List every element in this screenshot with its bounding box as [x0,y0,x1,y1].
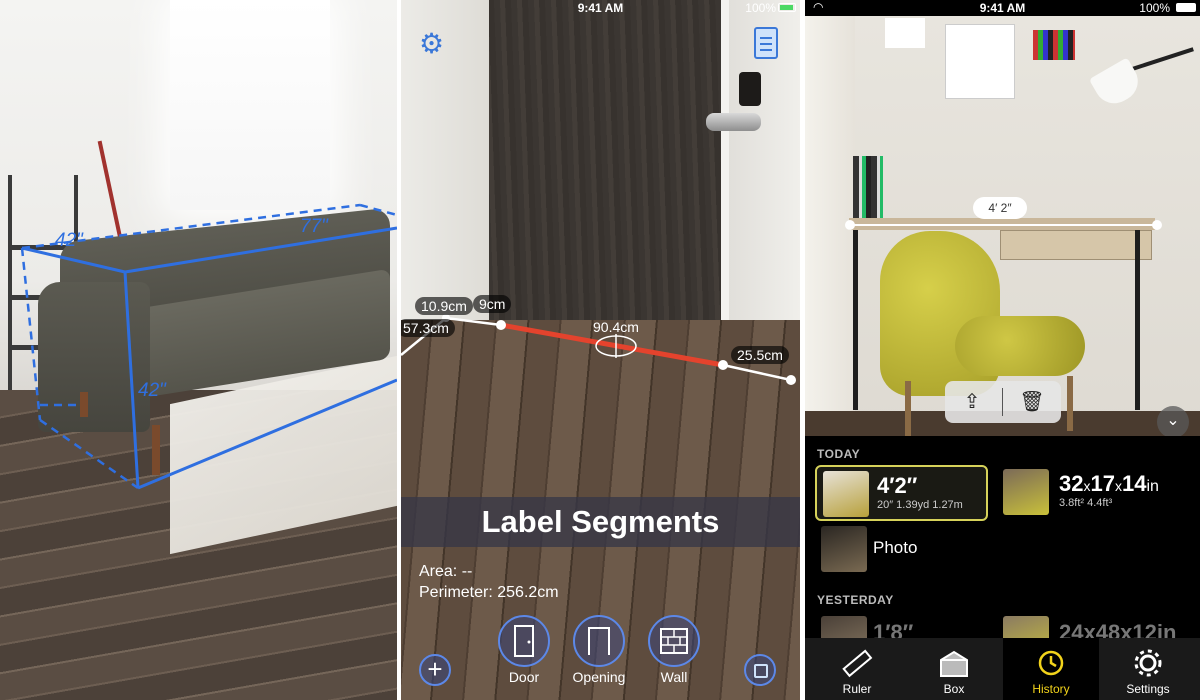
measure-endpoint[interactable] [845,220,855,230]
box-icon [940,650,968,677]
box-edge-height-back [20,247,42,421]
tab-history[interactable]: History [1003,638,1099,700]
gear-icon [1134,649,1162,677]
history-item[interactable]: 32x17x14in 3.8ft² 4.4ft³ [997,465,1197,521]
door-icon [514,625,534,657]
history-item[interactable]: 24x48x12in [997,612,1197,638]
save-icon[interactable] [744,654,776,686]
history-thumbnail [1003,469,1049,515]
wall-notes [885,18,925,48]
perimeter-readout: Perimeter: 256.2cm [419,584,559,601]
ruler-icon [842,649,873,678]
history-thumbnail [821,526,867,572]
segment-white-right [722,363,792,382]
segment-label[interactable]: 25.5cm [731,346,789,364]
tab-box-label: Box [943,682,965,696]
chair-leg [1067,376,1073,431]
segment-point [718,360,728,370]
add-point-button[interactable]: + [419,654,451,686]
chair-leg [905,381,911,436]
chair-seat [955,316,1085,376]
bounding-box-overlay [20,203,397,490]
segment-label[interactable]: 10.9cm [415,297,473,315]
opening-tool-label: Opening [572,669,626,685]
history-item-main: 24x48x12in [1059,620,1177,638]
measure-line [849,224,1157,226]
history-item-selected[interactable]: 4′2″ 20″ 1.39yd 1.27m [815,465,988,521]
history-thumbnail [1003,616,1049,638]
wall-tool-label: Wall [660,669,688,685]
wall-art [945,24,1015,99]
depth-dimension-label: 42" [55,230,83,251]
history-item-main: 32x17x14in [1059,471,1159,496]
section-today: TODAY [817,447,861,461]
history-item[interactable]: 1′8″ [815,612,995,638]
chevron-down-icon[interactable]: ⌄ [1157,406,1189,436]
box-edge-top-right [359,203,397,217]
height-dimension-label: 42" [138,380,166,401]
measure-endpoint[interactable] [1152,220,1162,230]
battery-percent: 100% [1139,1,1170,15]
tab-box[interactable]: Box [906,638,1002,700]
history-item[interactable]: Photo [815,522,1015,578]
label-segments-banner: Label Segments [401,497,800,547]
share-icon[interactable]: ⇪ [959,389,985,415]
desk-drawer [1000,230,1152,260]
area-readout: Area: -- [419,563,473,580]
wall-tool-button[interactable] [648,615,700,667]
history-item-main: 4′2″ [877,473,918,498]
desk-leg [853,230,858,410]
door-tool-label: Door [508,669,540,685]
box-edge-bottom-left [39,418,139,490]
door-tool-button[interactable] [498,615,550,667]
box-edge-top-front [124,226,397,274]
segment-label[interactable]: 9cm [473,295,512,313]
segment-point [786,375,796,385]
measurement-photo[interactable]: 4′ 2″ ⇪ 🗑 ⌄ [805,16,1200,436]
section-yesterday: YESTERDAY [817,593,894,607]
segment-label[interactable]: 57.3cm [401,319,455,337]
sofa-ar-panel: 77" 42" 42" [0,0,397,700]
history-item-sub: 20″ 1.39yd 1.27m [877,499,963,511]
opening-tool-button[interactable] [573,615,625,667]
box-edge-height-front [123,271,140,489]
history-thumbnail [823,471,869,517]
history-item-main: 1′8″ [873,620,914,638]
desk-leg [1135,230,1140,410]
history-panel: ◠ 9:41 AM 100% 4′ 2″ ⇪ 🗑 ⌄ TODAY 4′2″ 20… [805,0,1200,700]
tab-history-label: History [1032,682,1070,696]
tab-settings-label: Settings [1126,682,1170,696]
tab-bar: Ruler Box History Settings [805,638,1200,700]
tab-ruler[interactable]: Ruler [809,638,905,700]
door-measure-panel: 9:41 AM 100% ⚙ 10.9cm 9cm 57.3cm 90.4cm … [401,0,800,700]
photo-actions: ⇪ 🗑 [945,381,1061,423]
width-dimension-label: 77" [300,216,328,237]
tab-ruler-label: Ruler [842,682,872,696]
wall-art [1033,30,1075,60]
segment-label-active[interactable]: 90.4cm [587,318,645,336]
brick-wall-icon [660,628,688,654]
segment-point [496,320,506,330]
books [853,156,883,218]
measure-label[interactable]: 4′ 2″ [973,197,1027,219]
history-item-sub: 3.8ft² 4.4ft³ [1059,497,1113,509]
history-item-main: Photo [873,538,918,557]
battery-icon [1176,3,1196,12]
lamp-arm [1126,47,1194,73]
history-thumbnail [821,616,867,638]
history-clock-icon [1038,650,1064,676]
tab-settings[interactable]: Settings [1100,638,1196,700]
opening-icon [588,627,610,655]
box-edge-bottom-front [137,378,397,490]
trash-icon[interactable]: 🗑 [1019,389,1045,415]
status-bar: ◠ 9:41 AM 100% [805,0,1200,16]
